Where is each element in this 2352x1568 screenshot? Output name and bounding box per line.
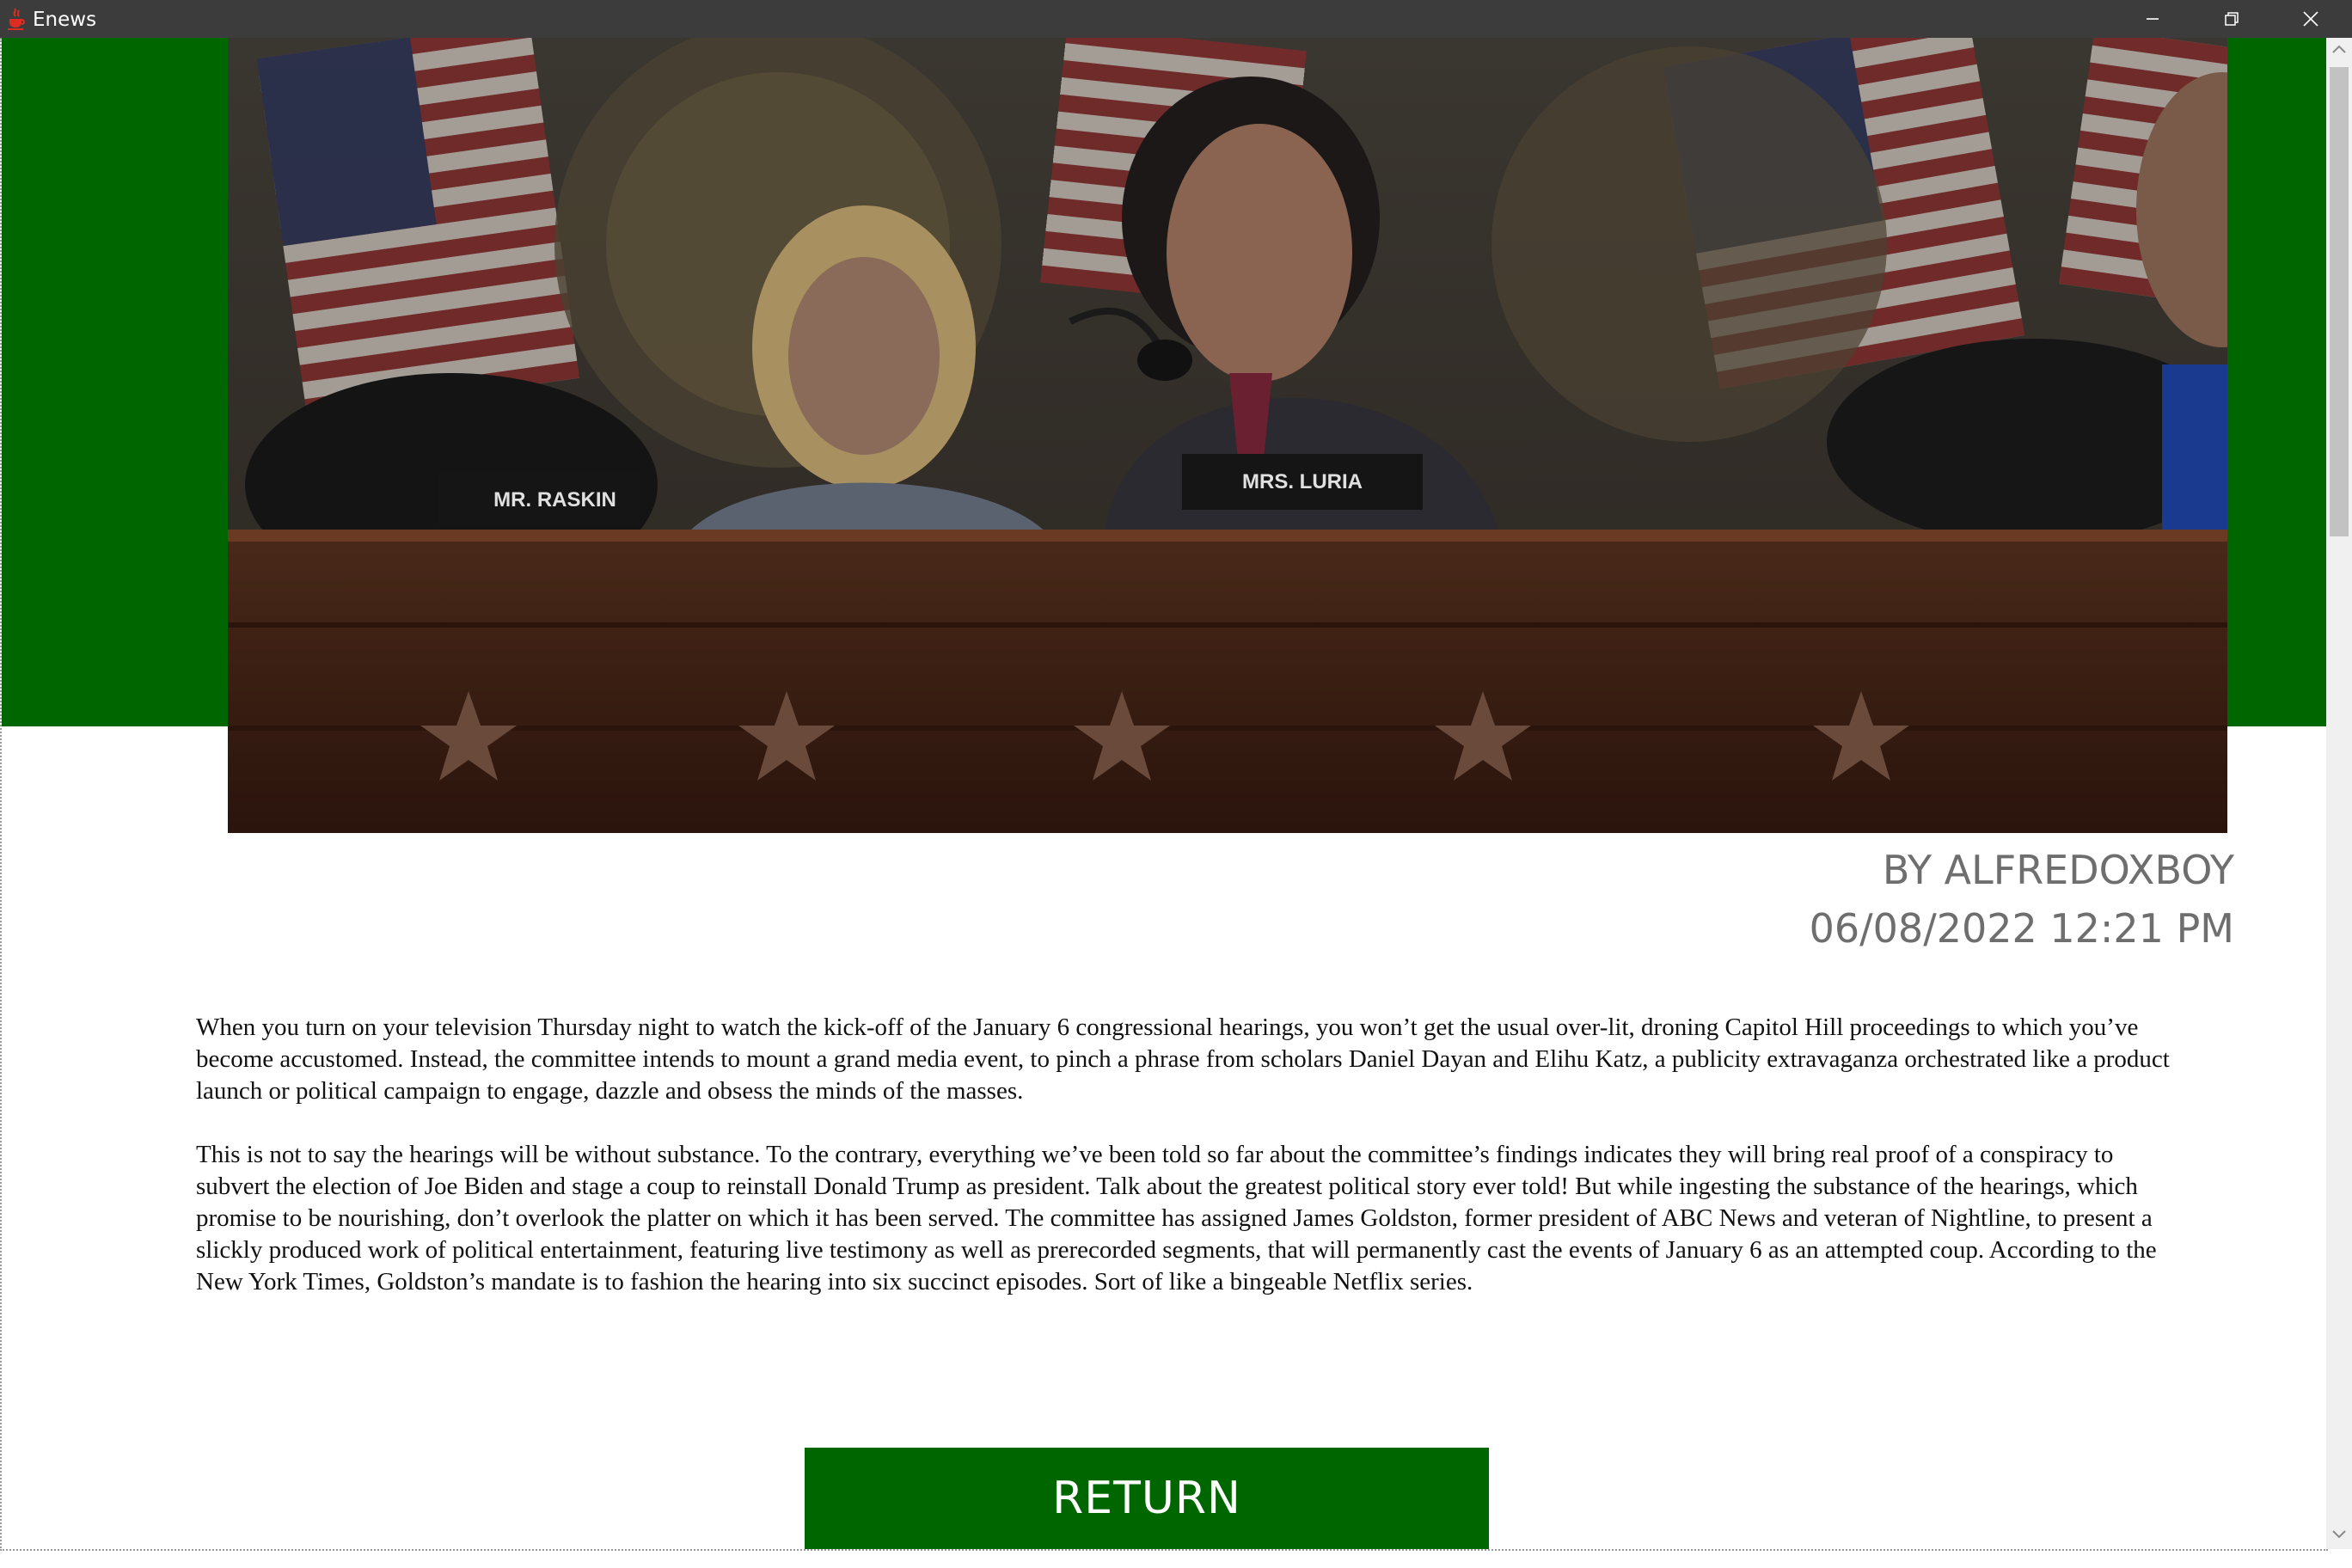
minimize-icon: [2144, 10, 2161, 28]
author-label: BY ALFREDOXBOY: [1882, 847, 2234, 893]
chevron-down-icon: [2331, 1528, 2347, 1544]
hero-image: MR. RASKIN MRS. LURIA: [228, 38, 2227, 833]
return-button[interactable]: RETURN: [805, 1448, 1489, 1549]
close-icon: [2301, 9, 2320, 28]
publish-datetime: 06/08/2022 12:21 PM: [1809, 905, 2234, 952]
vertical-scrollbar[interactable]: [2326, 38, 2352, 1549]
scroll-down-button[interactable]: [2326, 1523, 2352, 1549]
nameplate-luria: MRS. LURIA: [1242, 470, 1363, 493]
title-bar[interactable]: Enews: [0, 0, 2352, 38]
maximize-icon: [2223, 10, 2240, 28]
scroll-up-button[interactable]: [2326, 38, 2352, 64]
article-paragraph: When you turn on your television Thursda…: [196, 1014, 2170, 1105]
article-view[interactable]: MR. RASKIN MRS. LURIA BY ALFREDOXBOY 06/…: [0, 38, 2328, 1551]
minimize-button[interactable]: [2113, 0, 2192, 38]
article-body: When you turn on your television Thursda…: [196, 1012, 2182, 1330]
article-meta: BY ALFREDOXBOY 06/08/2022 12:21 PM: [1810, 841, 2234, 958]
app-window: Enews MR. RASKIN MRS. LURIA BY ALFREDOXB…: [0, 0, 2352, 1568]
close-button[interactable]: [2271, 0, 2350, 38]
nameplate-raskin: MR. RASKIN: [493, 488, 616, 511]
java-cup-icon: [7, 8, 26, 30]
window-title: Enews: [33, 9, 97, 31]
scroll-thumb[interactable]: [2330, 67, 2349, 536]
maximize-button[interactable]: [2192, 0, 2271, 38]
chevron-up-icon: [2331, 43, 2347, 58]
article-paragraph: This is not to say the hearings will be …: [196, 1141, 2157, 1295]
window-bottom-edge: [0, 1551, 2352, 1568]
